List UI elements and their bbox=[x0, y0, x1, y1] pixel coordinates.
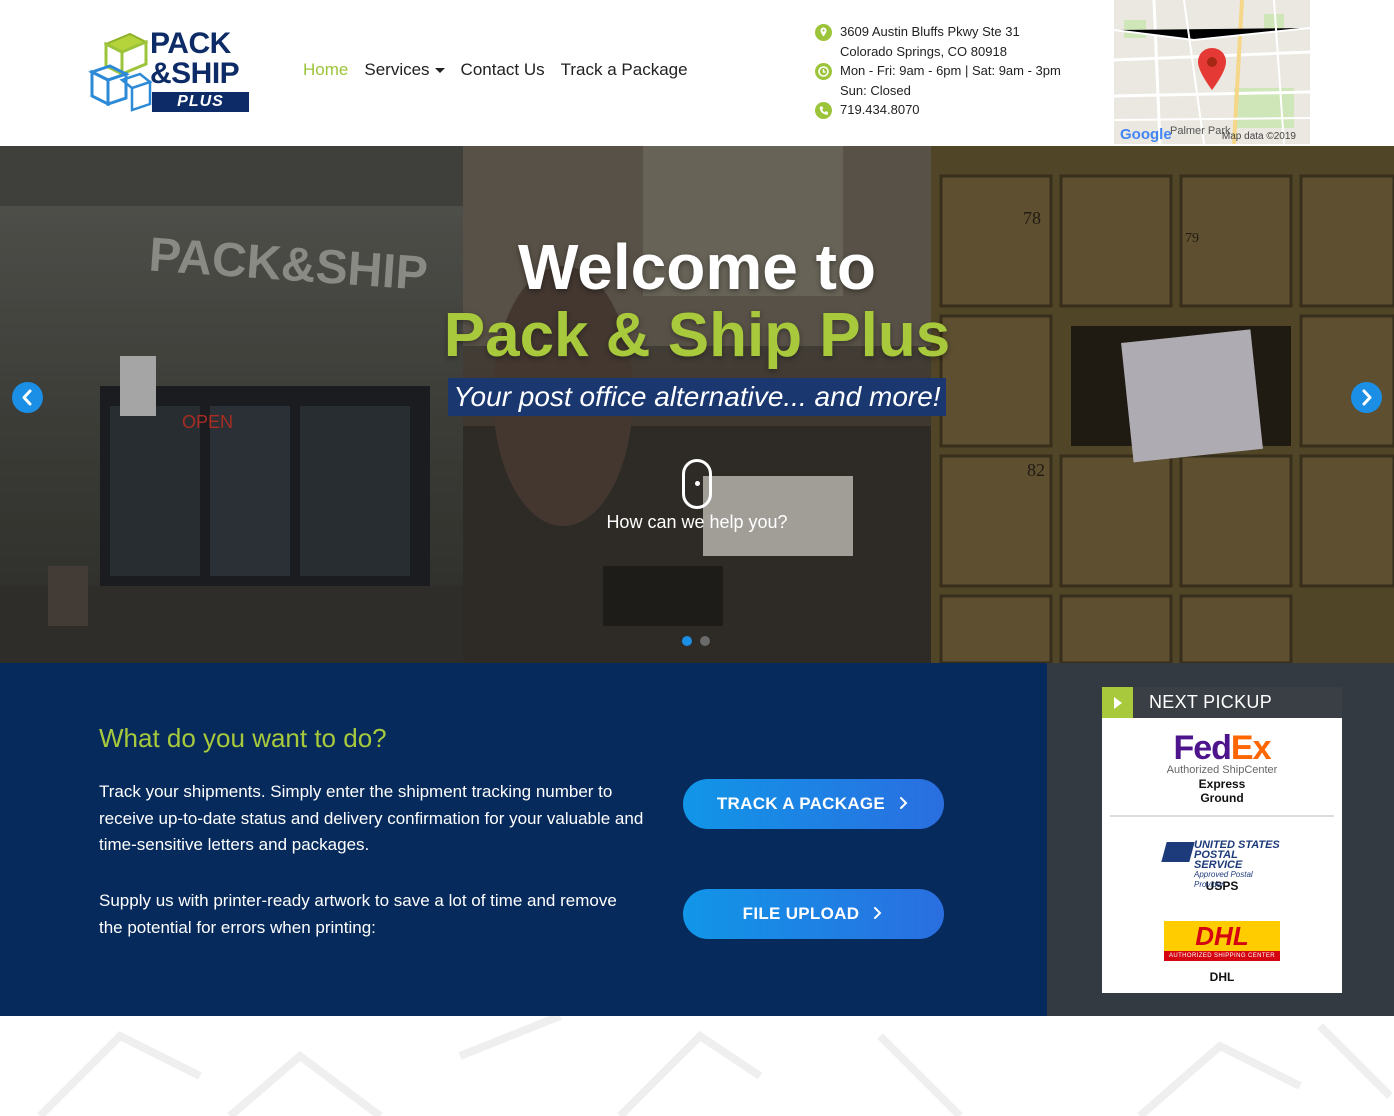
hours-line2: Sun: Closed bbox=[840, 82, 911, 98]
bottom-section bbox=[0, 1016, 1394, 1116]
dhl-logo-strip: AUTHORIZED SHIPPING CENTER bbox=[1164, 951, 1280, 961]
track-package-button[interactable]: TRACK A PACKAGE bbox=[683, 779, 944, 829]
logo-text-pack: PACK bbox=[150, 27, 231, 60]
track-package-button-label: TRACK A PACKAGE bbox=[716, 794, 886, 813]
fedex-logo-ex: Ex bbox=[1230, 729, 1272, 767]
fedex-subtitle: Authorized ShipCenter bbox=[1166, 764, 1278, 776]
caret-down-icon bbox=[434, 68, 445, 73]
phone-row[interactable]: 719.434.8070 bbox=[814, 100, 1061, 120]
main-nav: Home Services Contact Us Track a Package bbox=[303, 60, 688, 80]
nav-home[interactable]: Home bbox=[303, 60, 348, 80]
usps-eagle-icon bbox=[1161, 842, 1195, 862]
file-upload-button-label: FILE UPLOAD bbox=[742, 904, 860, 923]
phone-number: 719.434.8070 bbox=[840, 102, 920, 118]
usps-carrier: UNITED STATES POSTAL SERVICE Approved Po… bbox=[1102, 840, 1342, 893]
nav-contact-label: Contact Us bbox=[460, 60, 545, 79]
hero-carousel: PACK&SHIP OPEN 78 79 82 Welcome to Pack … bbox=[0, 146, 1394, 663]
map-credit: Map data ©2019 bbox=[1221, 131, 1296, 142]
nav-track-package[interactable]: Track a Package bbox=[561, 60, 688, 80]
clock-icon bbox=[815, 63, 832, 81]
logo-text-plus: PLUS bbox=[152, 92, 249, 112]
carousel-dot-2[interactable] bbox=[700, 636, 710, 646]
hero-help-text: How can we help you? bbox=[606, 512, 788, 532]
upload-description: Supply us with printer-ready artwork to … bbox=[99, 891, 617, 937]
carrier-divider bbox=[1110, 815, 1334, 817]
play-triangle-icon bbox=[1102, 687, 1133, 718]
usps-logo-line3: Approved Postal Provider bbox=[1194, 870, 1253, 889]
hours-line1: Mon - Fri: 9am - 6pm | Sat: 9am - 3pm bbox=[840, 63, 1061, 79]
usps-logo-line2: POSTAL SERVICE bbox=[1194, 849, 1243, 871]
scroll-mouse-icon[interactable] bbox=[682, 459, 712, 509]
pickup-header: NEXT PICKUP bbox=[1102, 687, 1342, 718]
fedex-logo: FedEx bbox=[1102, 729, 1342, 767]
pickup-title: NEXT PICKUP bbox=[1149, 692, 1272, 712]
address-line2: Colorado Springs, CO 80918 bbox=[840, 43, 1007, 59]
hero-title-brand: Pack & Ship Plus bbox=[443, 301, 951, 370]
carousel-prev-button[interactable] bbox=[12, 382, 43, 413]
dhl-carrier: DHL AUTHORIZED SHIPPING CENTER DHL bbox=[1102, 921, 1342, 984]
chevron-left-icon bbox=[22, 389, 32, 406]
carousel-indicators bbox=[682, 636, 710, 646]
usps-logo: UNITED STATES POSTAL SERVICE Approved Po… bbox=[1161, 840, 1280, 889]
chevron-right-icon bbox=[1362, 389, 1372, 406]
carousel-dot-1[interactable] bbox=[682, 636, 692, 646]
actions-title: What do you want to do? bbox=[99, 723, 387, 753]
actions-section: What do you want to do? Track your shipm… bbox=[0, 663, 1047, 1016]
chevron-right-icon bbox=[900, 797, 908, 809]
nav-services-label: Services bbox=[364, 60, 430, 79]
hero-tagline-banner: Your post office alternative... and more… bbox=[448, 378, 946, 416]
hero-tagline: Your post office alternative... and more… bbox=[453, 381, 941, 412]
site-header: PACK &SHIP PLUS Home Services Contact Us… bbox=[0, 0, 1394, 146]
carousel-next-button[interactable] bbox=[1351, 382, 1382, 413]
address-line1: 3609 Austin Bluffs Pkwy Ste 31 bbox=[840, 24, 1020, 39]
google-logo: Google bbox=[1120, 126, 1172, 143]
phone-icon bbox=[815, 102, 832, 120]
dhl-logo-text: DHL bbox=[1195, 921, 1249, 951]
chevron-right-icon bbox=[874, 907, 882, 919]
location-map[interactable]: Google Palmer Park Map data ©2019 bbox=[1114, 0, 1310, 144]
cubes-logo-icon bbox=[88, 32, 152, 112]
location-pin-icon bbox=[815, 24, 832, 41]
hours-row: Mon - Fri: 9am - 6pm | Sat: 9am - 3pm Su… bbox=[814, 61, 1061, 100]
fedex-logo-fed: Fed bbox=[1173, 729, 1231, 767]
fedex-express-label: Express bbox=[1198, 777, 1246, 791]
nav-services[interactable]: Services bbox=[364, 60, 445, 80]
nav-home-label: Home bbox=[303, 60, 349, 79]
nav-track-label: Track a Package bbox=[560, 60, 688, 79]
hero-title-welcome: Welcome to bbox=[518, 231, 876, 303]
usps-logo-text: UNITED STATES POSTAL SERVICE Approved Po… bbox=[1194, 840, 1280, 890]
fedex-carrier: FedEx Authorized ShipCenter Express Grou… bbox=[1102, 729, 1342, 805]
contact-info: 3609 Austin Bluffs Pkwy Ste 31 Colorado … bbox=[814, 22, 1061, 120]
file-upload-button[interactable]: FILE UPLOAD bbox=[683, 889, 944, 939]
track-description: Track your shipments. Simply enter the s… bbox=[99, 782, 644, 854]
background-pattern bbox=[37, 1016, 1393, 1116]
address-row: 3609 Austin Bluffs Pkwy Ste 31 Colorado … bbox=[814, 22, 1061, 61]
dhl-logo: DHL AUTHORIZED SHIPPING CENTER bbox=[1164, 921, 1280, 961]
site-logo[interactable]: PACK &SHIP PLUS bbox=[88, 28, 254, 116]
dhl-label: DHL bbox=[1209, 970, 1235, 984]
nav-contact-us[interactable]: Contact Us bbox=[461, 60, 545, 80]
logo-text-ship: &SHIP bbox=[150, 57, 240, 90]
pickup-card: FedEx Authorized ShipCenter Express Grou… bbox=[1102, 718, 1342, 993]
map-marker-icon bbox=[1198, 48, 1226, 90]
fedex-ground-label: Ground bbox=[1200, 791, 1244, 805]
